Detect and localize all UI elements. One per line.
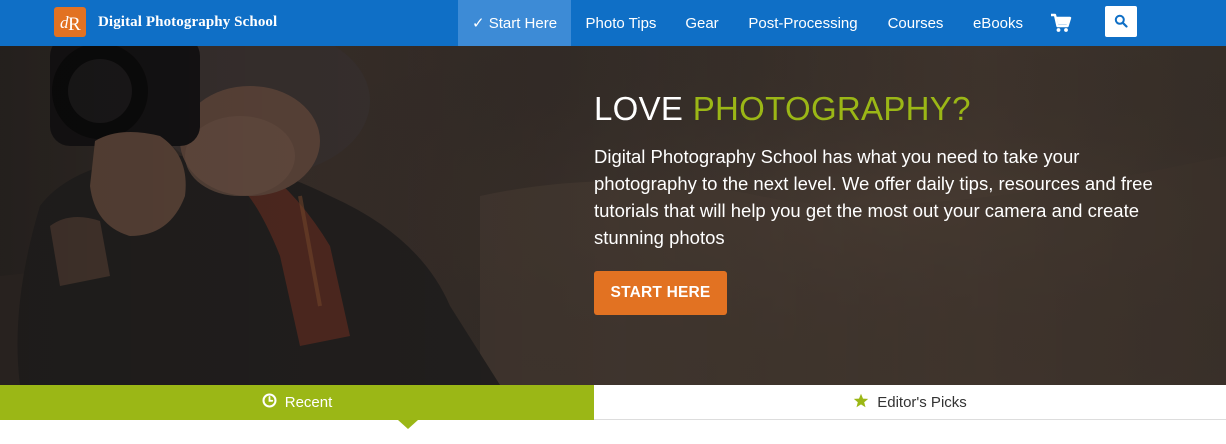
hero-description: Digital Photography School has what you … bbox=[594, 146, 1153, 248]
site-name: Digital Photography School bbox=[98, 13, 278, 30]
site-logo[interactable]: d R Digital Photography School bbox=[54, 7, 277, 37]
nav-start-here[interactable]: ✓ Start Here bbox=[458, 0, 571, 46]
nav-post-processing[interactable]: Post-Processing bbox=[733, 0, 873, 46]
active-tab-indicator bbox=[398, 420, 418, 429]
nav-courses[interactable]: Courses bbox=[873, 0, 958, 46]
hero-title: LOVE PHOTOGRAPHY? bbox=[594, 90, 971, 128]
tab-editors-picks[interactable]: Editor's Picks bbox=[594, 385, 1226, 420]
star-icon bbox=[853, 393, 869, 412]
top-navigation: d R Digital Photography School ✓ Start H… bbox=[0, 0, 1226, 46]
cart-icon[interactable] bbox=[1050, 12, 1072, 34]
search-button[interactable] bbox=[1105, 6, 1137, 37]
tab-recent[interactable]: Recent bbox=[0, 385, 594, 420]
start-here-button[interactable]: START HERE bbox=[594, 271, 727, 315]
tab-editors-picks-label: Editor's Picks bbox=[877, 393, 967, 411]
nav-photo-tips[interactable]: Photo Tips bbox=[571, 0, 671, 46]
nav-ebooks[interactable]: eBooks bbox=[958, 0, 1038, 46]
nav-gear[interactable]: Gear bbox=[671, 0, 733, 46]
hero-banner: LOVE PHOTOGRAPHY? Digital Photography Sc… bbox=[0, 46, 1226, 385]
logo-mark-icon: d R bbox=[54, 7, 86, 37]
hero-title-prefix: LOVE bbox=[594, 90, 693, 127]
search-icon bbox=[1114, 14, 1128, 28]
clock-icon bbox=[262, 393, 277, 412]
hero-title-accent: PHOTOGRAPHY? bbox=[692, 90, 971, 127]
svg-text:R: R bbox=[68, 14, 81, 35]
tab-recent-label: Recent bbox=[284, 394, 333, 411]
